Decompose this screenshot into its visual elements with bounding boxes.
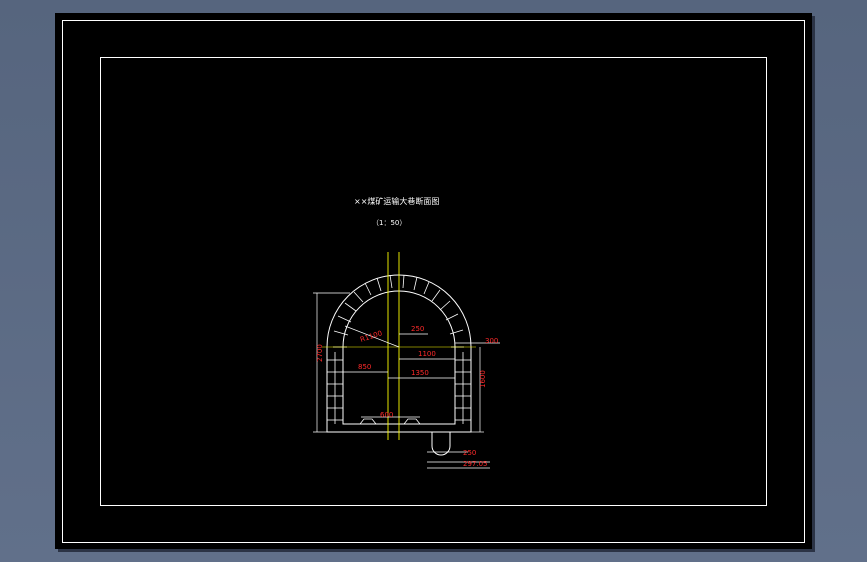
centerlines xyxy=(322,252,476,440)
drawing-canvas: ××煤矿运输大巷断面图 （1：50） 2700 R1100 250 1100 3… xyxy=(62,20,805,543)
drawing-scale: （1：50） xyxy=(372,219,406,227)
outer-frame xyxy=(62,20,805,543)
arch-bricks xyxy=(333,274,464,348)
dim-297: 297.05 xyxy=(463,460,488,468)
dim-600: 600 xyxy=(380,411,393,419)
dim-height-right: 1600 xyxy=(479,370,487,388)
dim-1350: 1350 xyxy=(411,369,429,377)
inner-frame xyxy=(100,57,767,506)
track-ballast xyxy=(359,418,421,425)
drawing-title: ××煤矿运输大巷断面图 xyxy=(354,196,439,206)
dim-250-bottom: 250 xyxy=(463,449,476,457)
tunnel-section xyxy=(326,274,490,469)
dim-850: 850 xyxy=(358,363,371,371)
dim-radius: R1100 xyxy=(359,329,383,344)
dim-height-left: 2700 xyxy=(316,344,324,362)
dim-300: 300 xyxy=(485,337,498,345)
drainage-ditch xyxy=(431,432,451,456)
dim-1100: 1100 xyxy=(418,350,436,358)
dimension-lines xyxy=(313,292,500,433)
dim-250-top: 250 xyxy=(411,325,424,333)
viewport: ××煤矿运输大巷断面图 （1：50） 2700 R1100 250 1100 3… xyxy=(0,0,867,562)
